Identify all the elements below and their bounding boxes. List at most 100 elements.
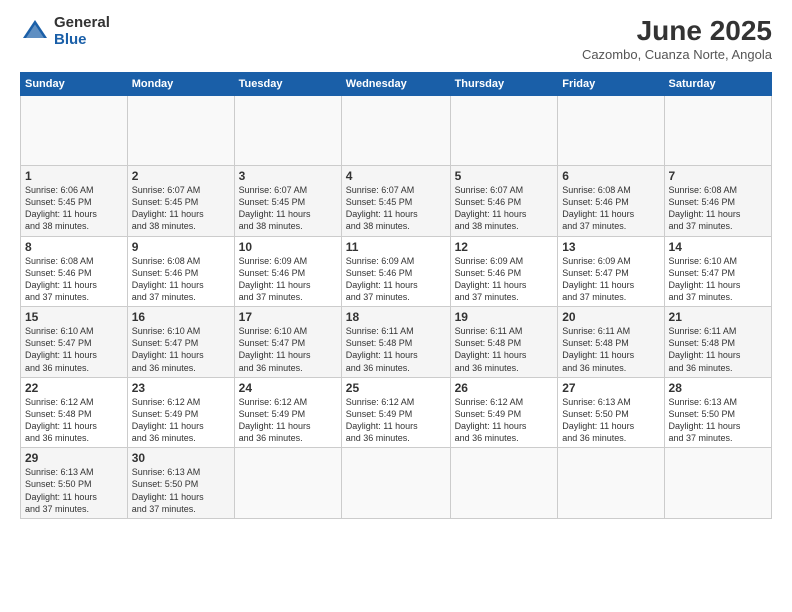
table-cell bbox=[234, 448, 341, 519]
day-info: Sunrise: 6:11 AMSunset: 5:48 PMDaylight:… bbox=[346, 325, 446, 374]
day-info: Sunrise: 6:12 AMSunset: 5:49 PMDaylight:… bbox=[239, 396, 337, 445]
day-number: 15 bbox=[25, 310, 123, 324]
day-number: 28 bbox=[669, 381, 767, 395]
table-cell: 9 Sunrise: 6:08 AMSunset: 5:46 PMDayligh… bbox=[127, 236, 234, 307]
day-number: 8 bbox=[25, 240, 123, 254]
day-info: Sunrise: 6:10 AMSunset: 5:47 PMDaylight:… bbox=[239, 325, 337, 374]
day-number: 26 bbox=[455, 381, 554, 395]
day-info: Sunrise: 6:11 AMSunset: 5:48 PMDaylight:… bbox=[455, 325, 554, 374]
day-number: 30 bbox=[132, 451, 230, 465]
table-cell: 12 Sunrise: 6:09 AMSunset: 5:46 PMDaylig… bbox=[450, 236, 558, 307]
table-cell: 13 Sunrise: 6:09 AMSunset: 5:47 PMDaylig… bbox=[558, 236, 664, 307]
day-number: 18 bbox=[346, 310, 446, 324]
table-cell: 14 Sunrise: 6:10 AMSunset: 5:47 PMDaylig… bbox=[664, 236, 771, 307]
month-title: June 2025 bbox=[582, 15, 772, 47]
day-info: Sunrise: 6:06 AMSunset: 5:45 PMDaylight:… bbox=[25, 184, 123, 233]
table-cell bbox=[664, 448, 771, 519]
col-thursday: Thursday bbox=[450, 73, 558, 96]
logo-text: General Blue bbox=[54, 15, 110, 48]
day-info: Sunrise: 6:13 AMSunset: 5:50 PMDaylight:… bbox=[669, 396, 767, 445]
table-cell bbox=[234, 96, 341, 166]
day-info: Sunrise: 6:13 AMSunset: 5:50 PMDaylight:… bbox=[562, 396, 659, 445]
calendar: Sunday Monday Tuesday Wednesday Thursday… bbox=[20, 72, 772, 519]
day-number: 16 bbox=[132, 310, 230, 324]
page: General Blue June 2025 Cazombo, Cuanza N… bbox=[0, 0, 792, 612]
day-number: 20 bbox=[562, 310, 659, 324]
table-cell bbox=[664, 96, 771, 166]
table-cell bbox=[558, 96, 664, 166]
day-number: 3 bbox=[239, 169, 337, 183]
day-info: Sunrise: 6:09 AMSunset: 5:46 PMDaylight:… bbox=[239, 255, 337, 304]
day-info: Sunrise: 6:07 AMSunset: 5:45 PMDaylight:… bbox=[346, 184, 446, 233]
table-cell: 3 Sunrise: 6:07 AMSunset: 5:45 PMDayligh… bbox=[234, 166, 341, 237]
table-cell: 16 Sunrise: 6:10 AMSunset: 5:47 PMDaylig… bbox=[127, 307, 234, 378]
day-number: 27 bbox=[562, 381, 659, 395]
table-cell bbox=[341, 96, 450, 166]
table-cell: 24 Sunrise: 6:12 AMSunset: 5:49 PMDaylig… bbox=[234, 377, 341, 448]
location: Cazombo, Cuanza Norte, Angola bbox=[582, 47, 772, 62]
table-cell bbox=[558, 448, 664, 519]
day-info: Sunrise: 6:07 AMSunset: 5:45 PMDaylight:… bbox=[132, 184, 230, 233]
header: General Blue June 2025 Cazombo, Cuanza N… bbox=[20, 15, 772, 62]
day-number: 4 bbox=[346, 169, 446, 183]
day-number: 6 bbox=[562, 169, 659, 183]
day-info: Sunrise: 6:11 AMSunset: 5:48 PMDaylight:… bbox=[562, 325, 659, 374]
day-number: 24 bbox=[239, 381, 337, 395]
day-info: Sunrise: 6:08 AMSunset: 5:46 PMDaylight:… bbox=[562, 184, 659, 233]
day-info: Sunrise: 6:13 AMSunset: 5:50 PMDaylight:… bbox=[25, 466, 123, 515]
table-cell: 18 Sunrise: 6:11 AMSunset: 5:48 PMDaylig… bbox=[341, 307, 450, 378]
table-cell: 25 Sunrise: 6:12 AMSunset: 5:49 PMDaylig… bbox=[341, 377, 450, 448]
table-cell: 19 Sunrise: 6:11 AMSunset: 5:48 PMDaylig… bbox=[450, 307, 558, 378]
day-number: 23 bbox=[132, 381, 230, 395]
day-info: Sunrise: 6:13 AMSunset: 5:50 PMDaylight:… bbox=[132, 466, 230, 515]
table-cell bbox=[21, 96, 128, 166]
table-cell bbox=[450, 96, 558, 166]
table-row: 1 Sunrise: 6:06 AMSunset: 5:45 PMDayligh… bbox=[21, 166, 772, 237]
table-row: 8 Sunrise: 6:08 AMSunset: 5:46 PMDayligh… bbox=[21, 236, 772, 307]
day-info: Sunrise: 6:12 AMSunset: 5:49 PMDaylight:… bbox=[346, 396, 446, 445]
logo-icon bbox=[20, 17, 50, 47]
day-number: 5 bbox=[455, 169, 554, 183]
day-info: Sunrise: 6:07 AMSunset: 5:46 PMDaylight:… bbox=[455, 184, 554, 233]
col-tuesday: Tuesday bbox=[234, 73, 341, 96]
day-number: 21 bbox=[669, 310, 767, 324]
day-info: Sunrise: 6:09 AMSunset: 5:47 PMDaylight:… bbox=[562, 255, 659, 304]
day-number: 14 bbox=[669, 240, 767, 254]
day-number: 9 bbox=[132, 240, 230, 254]
col-monday: Monday bbox=[127, 73, 234, 96]
day-number: 22 bbox=[25, 381, 123, 395]
table-cell: 28 Sunrise: 6:13 AMSunset: 5:50 PMDaylig… bbox=[664, 377, 771, 448]
col-friday: Friday bbox=[558, 73, 664, 96]
table-cell: 7 Sunrise: 6:08 AMSunset: 5:46 PMDayligh… bbox=[664, 166, 771, 237]
table-cell bbox=[127, 96, 234, 166]
table-cell: 11 Sunrise: 6:09 AMSunset: 5:46 PMDaylig… bbox=[341, 236, 450, 307]
day-info: Sunrise: 6:10 AMSunset: 5:47 PMDaylight:… bbox=[25, 325, 123, 374]
day-info: Sunrise: 6:07 AMSunset: 5:45 PMDaylight:… bbox=[239, 184, 337, 233]
day-info: Sunrise: 6:10 AMSunset: 5:47 PMDaylight:… bbox=[669, 255, 767, 304]
day-info: Sunrise: 6:11 AMSunset: 5:48 PMDaylight:… bbox=[669, 325, 767, 374]
day-info: Sunrise: 6:08 AMSunset: 5:46 PMDaylight:… bbox=[25, 255, 123, 304]
table-row: 22 Sunrise: 6:12 AMSunset: 5:48 PMDaylig… bbox=[21, 377, 772, 448]
table-cell: 30 Sunrise: 6:13 AMSunset: 5:50 PMDaylig… bbox=[127, 448, 234, 519]
day-info: Sunrise: 6:08 AMSunset: 5:46 PMDaylight:… bbox=[669, 184, 767, 233]
day-number: 19 bbox=[455, 310, 554, 324]
table-cell: 20 Sunrise: 6:11 AMSunset: 5:48 PMDaylig… bbox=[558, 307, 664, 378]
table-cell: 10 Sunrise: 6:09 AMSunset: 5:46 PMDaylig… bbox=[234, 236, 341, 307]
table-cell: 1 Sunrise: 6:06 AMSunset: 5:45 PMDayligh… bbox=[21, 166, 128, 237]
table-cell: 15 Sunrise: 6:10 AMSunset: 5:47 PMDaylig… bbox=[21, 307, 128, 378]
day-info: Sunrise: 6:12 AMSunset: 5:48 PMDaylight:… bbox=[25, 396, 123, 445]
table-cell: 6 Sunrise: 6:08 AMSunset: 5:46 PMDayligh… bbox=[558, 166, 664, 237]
table-cell: 23 Sunrise: 6:12 AMSunset: 5:49 PMDaylig… bbox=[127, 377, 234, 448]
day-info: Sunrise: 6:09 AMSunset: 5:46 PMDaylight:… bbox=[455, 255, 554, 304]
logo-blue: Blue bbox=[54, 32, 110, 49]
table-cell: 8 Sunrise: 6:08 AMSunset: 5:46 PMDayligh… bbox=[21, 236, 128, 307]
day-number: 1 bbox=[25, 169, 123, 183]
table-row bbox=[21, 96, 772, 166]
day-number: 13 bbox=[562, 240, 659, 254]
table-cell bbox=[341, 448, 450, 519]
table-cell: 2 Sunrise: 6:07 AMSunset: 5:45 PMDayligh… bbox=[127, 166, 234, 237]
day-number: 29 bbox=[25, 451, 123, 465]
logo: General Blue bbox=[20, 15, 110, 48]
day-info: Sunrise: 6:12 AMSunset: 5:49 PMDaylight:… bbox=[132, 396, 230, 445]
table-cell: 26 Sunrise: 6:12 AMSunset: 5:49 PMDaylig… bbox=[450, 377, 558, 448]
